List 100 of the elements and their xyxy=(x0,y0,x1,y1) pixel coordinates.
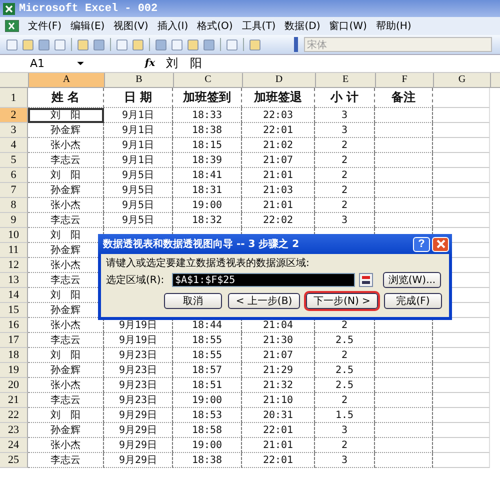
row-header[interactable]: 20 xyxy=(0,378,28,393)
menu-item[interactable]: 视图(V) xyxy=(114,19,148,33)
table-cell: 21:07 xyxy=(242,153,315,168)
dialog-button[interactable]: 完成(F) xyxy=(384,293,442,309)
row-header[interactable]: 25 xyxy=(0,453,28,468)
table-cell: 18:33 xyxy=(173,108,242,123)
menu-item[interactable]: 数据(D) xyxy=(284,19,320,33)
table-cell: 刘 阳 xyxy=(28,168,104,183)
table-cell: 3 xyxy=(315,123,375,138)
table-cell: 21:07 xyxy=(242,348,315,363)
column-header[interactable]: C xyxy=(174,73,243,87)
row-header[interactable]: 13 xyxy=(0,273,28,288)
table-cell: 刘 阳 xyxy=(28,408,104,423)
table-cell: 日 期 xyxy=(104,88,173,108)
column-header[interactable]: E xyxy=(316,73,376,87)
help-button[interactable]: ? xyxy=(413,236,430,252)
column-header[interactable]: G xyxy=(434,73,491,87)
dialog-button[interactable]: 取消 xyxy=(164,293,222,309)
table-cell: 孙金辉 xyxy=(28,183,104,198)
row-header[interactable]: 2 xyxy=(0,108,28,123)
table-cell: 备注 xyxy=(375,88,433,108)
column-header[interactable]: D xyxy=(243,73,316,87)
row-header[interactable]: 10 xyxy=(0,228,28,243)
menu-item[interactable]: 格式(O) xyxy=(197,19,233,33)
row-header[interactable]: 3 xyxy=(0,123,28,138)
table-cell: 18:57 xyxy=(173,363,242,378)
browse-button[interactable]: 浏览(W)... xyxy=(383,272,441,288)
column-header[interactable]: B xyxy=(105,73,174,87)
table-cell: 21:03 xyxy=(242,183,315,198)
row-header[interactable]: 6 xyxy=(0,168,28,183)
table-cell: 李志云 xyxy=(28,153,104,168)
table-cell: 18:53 xyxy=(173,408,242,423)
table-cell: 李志云 xyxy=(28,213,104,228)
row-header[interactable]: 7 xyxy=(0,183,28,198)
menu-item[interactable]: 窗口(W) xyxy=(329,19,367,33)
table-cell: 21:01 xyxy=(242,168,315,183)
table-cell: 18:41 xyxy=(173,168,242,183)
table-cell: 孙金辉 xyxy=(28,363,104,378)
menu-item[interactable]: 帮助(H) xyxy=(376,19,412,33)
row-header[interactable]: 4 xyxy=(0,138,28,153)
table-cell: 2 xyxy=(315,138,375,153)
table-cell: 刘 阳 xyxy=(28,108,104,123)
window-title: Microsoft Excel - 002 xyxy=(19,2,158,14)
table-cell: 18:32 xyxy=(173,213,242,228)
row-header[interactable]: 24 xyxy=(0,438,28,453)
row-header[interactable]: 17 xyxy=(0,333,28,348)
dialog-title: 数据透视表和数据透视图向导 -- 3 步骤之 2 xyxy=(103,237,300,251)
table-cell: 9月29日 xyxy=(104,423,173,438)
table-cell: 20:31 xyxy=(242,408,315,423)
table-cell: 22:01 xyxy=(242,123,315,138)
formula-field[interactable]: 刘 阳 xyxy=(160,55,202,72)
menu-item[interactable]: 插入(I) xyxy=(157,19,188,33)
table-cell: 9月23日 xyxy=(104,393,173,408)
dialog-button[interactable]: < 上一步(B) xyxy=(228,293,300,309)
table-cell: 小 计 xyxy=(315,88,375,108)
dialog-button[interactable]: 下一步(N) > xyxy=(306,293,378,309)
table-cell: 18:38 xyxy=(173,123,242,138)
menu-item[interactable]: 文件(F) xyxy=(28,19,62,33)
table-cell: 9月1日 xyxy=(104,153,173,168)
table-cell: 张小杰 xyxy=(28,138,104,153)
table-cell: 22:03 xyxy=(242,108,315,123)
row-header[interactable]: 23 xyxy=(0,423,28,438)
row-header[interactable]: 15 xyxy=(0,303,28,318)
insert-function-button[interactable]: fx xyxy=(140,58,160,69)
row-header[interactable]: 14 xyxy=(0,288,28,303)
column-header[interactable]: A xyxy=(29,73,105,87)
table-cell: 18:15 xyxy=(173,138,242,153)
table-cell: 19:00 xyxy=(173,438,242,453)
row-header[interactable]: 12 xyxy=(0,258,28,273)
table-cell: 18:55 xyxy=(173,348,242,363)
table-cell: 2 xyxy=(315,183,375,198)
table-cell: 2 xyxy=(315,438,375,453)
table-cell: 18:31 xyxy=(173,183,242,198)
table-cell: 18:55 xyxy=(173,333,242,348)
row-header[interactable]: 16 xyxy=(0,318,28,333)
table-cell: 2.5 xyxy=(315,378,375,393)
menu-item[interactable]: 工具(T) xyxy=(242,19,276,33)
table-cell: 18:38 xyxy=(173,453,242,468)
table-cell: 22:02 xyxy=(242,213,315,228)
column-header[interactable]: F xyxy=(376,73,434,87)
row-header[interactable]: 18 xyxy=(0,348,28,363)
row-header[interactable]: 22 xyxy=(0,408,28,423)
table-cell: 18:39 xyxy=(173,153,242,168)
menu-item[interactable]: 编辑(E) xyxy=(70,19,105,33)
row-header[interactable]: 11 xyxy=(0,243,28,258)
row-header[interactable]: 8 xyxy=(0,198,28,213)
table-cell: 2.5 xyxy=(315,333,375,348)
table-cell: 张小杰 xyxy=(28,438,104,453)
instruction-text: 请键入或选定要建立数据透视表的数据源区域: xyxy=(106,256,310,270)
table-cell: 19:00 xyxy=(173,198,242,213)
row-header[interactable]: 19 xyxy=(0,363,28,378)
table-cell: 9月5日 xyxy=(104,183,173,198)
row-header[interactable]: 21 xyxy=(0,393,28,408)
table-cell: 9月1日 xyxy=(104,123,173,138)
row-header[interactable]: 9 xyxy=(0,213,28,228)
range-field[interactable]: $A$1:$F$25 xyxy=(172,273,355,287)
row-header[interactable]: 1 xyxy=(0,88,28,108)
table-cell: 22:01 xyxy=(242,423,315,438)
row-header[interactable]: 5 xyxy=(0,153,28,168)
table-cell: 1.5 xyxy=(315,408,375,423)
